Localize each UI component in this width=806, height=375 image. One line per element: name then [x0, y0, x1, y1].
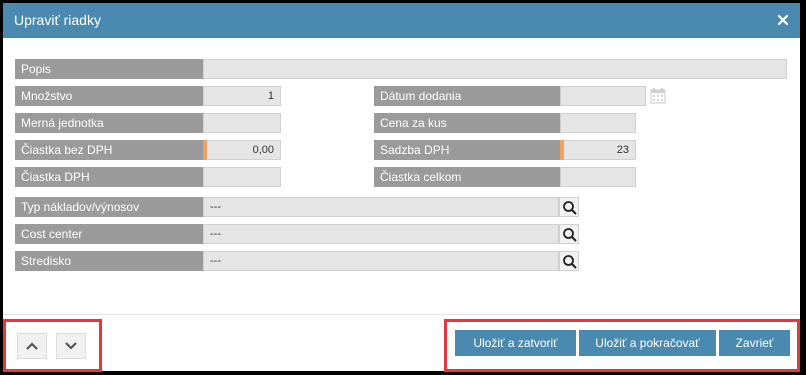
popis-field[interactable] [203, 59, 787, 79]
dialog-titlebar: Upraviť riadky [3, 3, 800, 38]
ciastka-celkom-field[interactable] [560, 167, 636, 187]
close-button[interactable]: Zavrieť [719, 330, 790, 356]
sadzba-dph-field[interactable] [560, 140, 636, 160]
stredisko-label: Stredisko [15, 251, 203, 271]
datum-dodania-label: Dátum dodania [374, 86, 560, 106]
cost-center-field[interactable] [203, 224, 559, 244]
dialog-title: Upraviť riadky [14, 12, 101, 28]
edit-rows-dialog: Upraviť riadky Popis Množstvo Merná jedn… [3, 3, 800, 372]
mnozstvo-label: Množstvo [15, 86, 203, 106]
search-icon[interactable] [559, 197, 579, 217]
stredisko-field[interactable] [203, 251, 559, 271]
chevron-down-icon [65, 342, 77, 350]
ciastka-dph-label: Čiastka DPH [15, 167, 203, 187]
typ-nakladov-label: Typ nákladov/výnosov [15, 197, 203, 217]
mnozstvo-field[interactable] [203, 86, 281, 106]
cena-za-kus-field[interactable] [560, 113, 636, 133]
required-marker [560, 140, 564, 160]
save-close-button[interactable]: Uložiť a zatvoriť [455, 330, 576, 356]
typ-nakladov-field[interactable] [203, 197, 559, 217]
ciastka-bez-dph-label: Čiastka bez DPH [15, 140, 203, 160]
datum-dodania-field[interactable] [560, 86, 646, 106]
ciastka-bez-dph-field[interactable] [203, 140, 281, 160]
chevron-up-icon [26, 342, 38, 350]
sadzba-dph-label: Sadzba DPH [374, 140, 560, 160]
required-marker [203, 140, 207, 160]
search-icon[interactable] [559, 224, 579, 244]
merna-jednotka-field[interactable] [203, 113, 281, 133]
ciastka-celkom-label: Čiastka celkom [374, 167, 560, 187]
popis-label: Popis [15, 59, 203, 79]
merna-jednotka-label: Merná jednotka [15, 113, 203, 133]
move-down-button[interactable] [56, 333, 86, 359]
move-up-button[interactable] [17, 333, 47, 359]
calendar-icon[interactable] [650, 87, 666, 104]
ciastka-dph-field[interactable] [203, 167, 281, 187]
cena-za-kus-label: Cena za kus [374, 113, 560, 133]
save-continue-button[interactable]: Uložiť a pokračovať [579, 330, 716, 356]
cost-center-label: Cost center [15, 224, 203, 244]
search-icon[interactable] [559, 251, 579, 271]
close-icon[interactable] [775, 12, 791, 28]
footer-divider [3, 314, 800, 315]
